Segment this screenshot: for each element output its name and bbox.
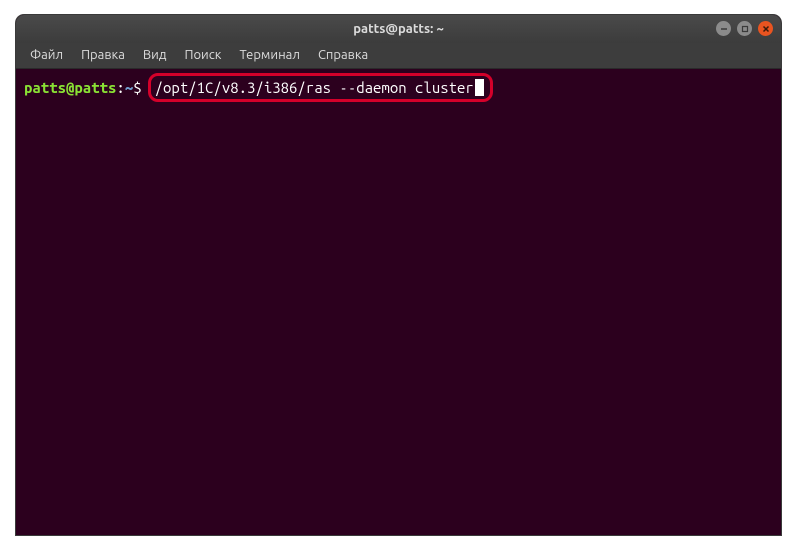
titlebar: patts@patts: ~ bbox=[16, 15, 781, 43]
window-title: patts@patts: ~ bbox=[353, 22, 444, 36]
menubar: Файл Правка Вид Поиск Терминал Справка bbox=[16, 43, 781, 69]
window-controls bbox=[716, 21, 773, 36]
minimize-icon bbox=[720, 25, 728, 33]
menu-help[interactable]: Справка bbox=[310, 45, 376, 65]
menu-file[interactable]: Файл bbox=[22, 45, 71, 65]
close-button[interactable] bbox=[758, 21, 773, 36]
menu-edit[interactable]: Правка bbox=[73, 45, 133, 65]
maximize-icon bbox=[741, 25, 749, 33]
menu-search[interactable]: Поиск bbox=[176, 45, 229, 65]
close-icon bbox=[762, 25, 770, 33]
cursor-icon bbox=[475, 79, 484, 96]
command-highlight: /opt/1C/v8.3/i386/ras --daemon cluster bbox=[148, 73, 493, 103]
terminal-body[interactable]: patts@patts:~$ /opt/1C/v8.3/i386/ras --da… bbox=[16, 69, 781, 535]
prompt-path: ~ bbox=[125, 78, 133, 98]
terminal-window: patts@patts: ~ Файл Правка Вид Поиск Тер… bbox=[16, 15, 781, 535]
prompt-user-host: patts@patts bbox=[24, 78, 116, 98]
menu-view[interactable]: Вид bbox=[135, 45, 175, 65]
prompt-colon: : bbox=[116, 78, 124, 98]
maximize-button[interactable] bbox=[737, 21, 752, 36]
prompt-line: patts@patts:~$ /opt/1C/v8.3/i386/ras --da… bbox=[24, 73, 773, 103]
minimize-button[interactable] bbox=[716, 21, 731, 36]
menu-terminal[interactable]: Терминал bbox=[231, 45, 307, 65]
command-text: /opt/1C/v8.3/i386/ras --daemon cluster bbox=[155, 78, 474, 98]
prompt-symbol: $ bbox=[133, 78, 141, 98]
